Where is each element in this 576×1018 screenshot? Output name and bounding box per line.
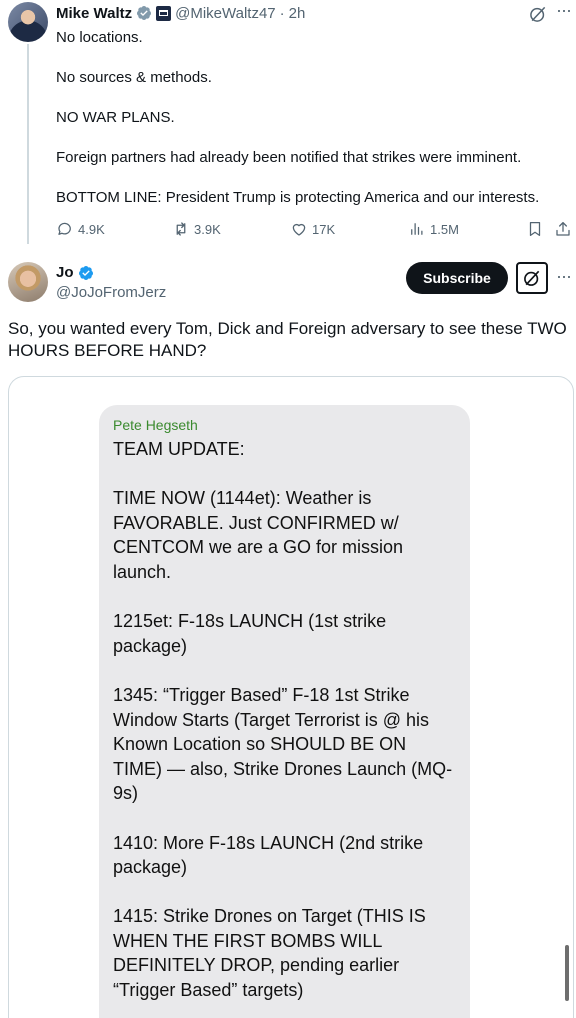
share-icon <box>556 221 570 236</box>
like-icon <box>292 223 306 236</box>
views-count: 1.5M <box>430 221 459 237</box>
more-options-icon[interactable]: ··· <box>556 267 572 288</box>
tweet2-author-name[interactable]: Jo <box>56 264 74 281</box>
message-sender: Pete Hegseth <box>113 417 198 433</box>
like-count: 17K <box>312 221 336 237</box>
thread-connector-line <box>27 44 29 244</box>
repost-button[interactable]: 3.9K <box>172 218 221 240</box>
message-paragraph: 1345: “Trigger Based” F-18 1st Strike Wi… <box>113 684 453 804</box>
tweet1-line: NO WAR PLANS. <box>56 109 175 126</box>
message-bubble: Pete Hegseth TEAM UPDATE: TIME NOW (1144… <box>99 405 470 1018</box>
bookmark-icon <box>529 221 541 237</box>
tweet1-line: No locations. <box>56 29 143 46</box>
tweet1-line: No sources & methods. <box>56 69 212 86</box>
views-button[interactable]: 1.5M <box>408 218 459 240</box>
more-options-icon[interactable]: ··· <box>556 1 572 22</box>
separator-dot: · <box>279 4 285 22</box>
tweet2-text: So, you wanted every Tom, Dick and Forei… <box>8 319 567 360</box>
avatar-mike-waltz[interactable] <box>8 2 48 42</box>
like-button[interactable]: 17K <box>290 218 335 240</box>
tweet2-handle[interactable]: @JoJoFromJerz <box>56 284 166 301</box>
grok-button[interactable] <box>516 262 548 294</box>
bookmark-button[interactable] <box>526 218 544 240</box>
reply-icon <box>58 222 71 235</box>
message-paragraph: 1215et: F-18s LAUNCH (1st strike package… <box>113 611 387 656</box>
message-paragraph: 1415: Strike Drones on Target (THIS IS W… <box>113 906 426 1001</box>
verified-badge-icon <box>78 265 93 280</box>
tweet1-line: BOTTOM LINE: President Trump is protecti… <box>56 189 540 206</box>
share-button[interactable] <box>554 218 572 240</box>
media-scrollbar[interactable] <box>565 945 569 1001</box>
tweet2-media-image[interactable]: Pete Hegseth TEAM UPDATE: TIME NOW (1144… <box>8 376 574 1018</box>
subscribe-button[interactable]: Subscribe <box>406 262 508 294</box>
message-paragraph: 1410: More F-18s LAUNCH (2nd strike pack… <box>113 832 424 878</box>
verified-badge-icon <box>137 6 152 20</box>
tweet1-line: Foreign partners had already been notifi… <box>56 149 522 166</box>
message-paragraph: TIME NOW (1144et): Weather is FAVORABLE.… <box>113 488 404 582</box>
tweet2-header: Jo <box>56 264 94 281</box>
message-body: TEAM UPDATE: TIME NOW (1144et): Weather … <box>113 437 456 1003</box>
tweet1-handle[interactable]: @MikeWaltz47 <box>175 5 276 22</box>
message-paragraph: TEAM UPDATE: <box>113 439 245 459</box>
reply-count: 4.9K <box>78 221 105 237</box>
tweet1-time[interactable]: 2h <box>289 5 306 22</box>
tweet1-author-name[interactable]: Mike Waltz <box>56 5 132 22</box>
government-badge-icon <box>156 5 172 21</box>
reply-button[interactable]: 4.9K <box>56 218 105 240</box>
grok-icon <box>524 270 540 286</box>
views-icon <box>411 223 423 235</box>
tweet1-action-bar: 4.9K 3.9K 17K 1.5M <box>56 218 574 240</box>
tweet1-text: No locations. No sources & methods. NO W… <box>56 28 566 208</box>
repost-icon <box>176 222 186 236</box>
repost-count: 3.9K <box>194 221 221 237</box>
avatar-jo[interactable] <box>8 262 48 302</box>
grok-icon[interactable] <box>528 4 548 24</box>
tweet1-header: Mike Waltz @MikeWaltz47 · 2h <box>56 3 305 23</box>
